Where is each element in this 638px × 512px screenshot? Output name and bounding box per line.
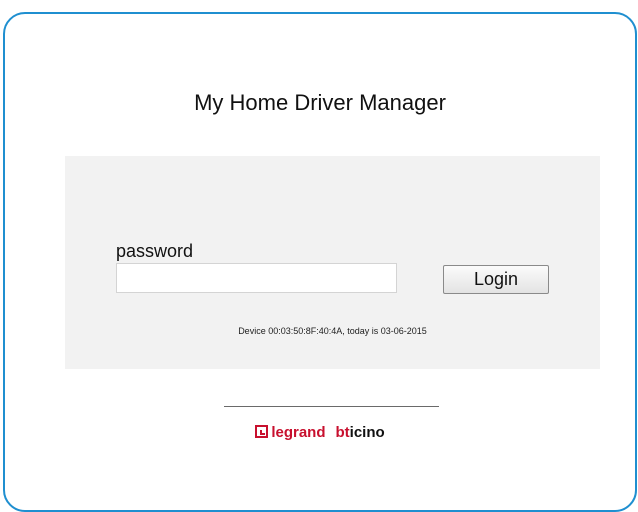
- page-title: My Home Driver Manager: [194, 90, 446, 115]
- legrand-logo-icon: [255, 425, 269, 438]
- bticino-logo-rest: icino: [349, 424, 385, 441]
- legrand-logo-text: legrand: [271, 424, 326, 441]
- password-input[interactable]: [116, 263, 397, 293]
- login-button[interactable]: Login: [443, 265, 549, 294]
- password-label: password: [116, 241, 194, 261]
- login-panel: password Login Device 00:03:50:8F:40:4A,…: [65, 156, 600, 369]
- footer-divider: [224, 406, 439, 407]
- bticino-logo-bt: bt: [335, 424, 350, 441]
- device-info: Device 00:03:50:8F:40:4A, today is 03-06…: [238, 326, 427, 336]
- app-frame: My Home Driver Manager password Login De…: [3, 12, 637, 512]
- brand-logos: legrand bticino: [5, 424, 635, 441]
